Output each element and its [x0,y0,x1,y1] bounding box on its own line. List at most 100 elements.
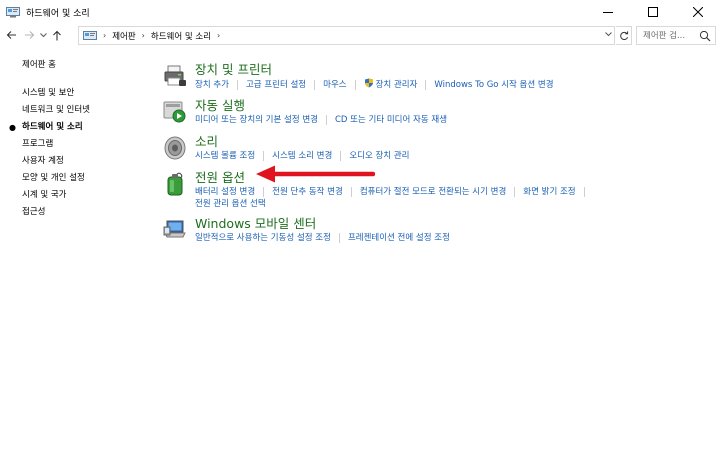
category-autoplay: 자동 실행 미디어 또는 장치의 기본 설정 변경 CD 또는 기타 미디어 자동… [163,98,713,128]
nav-item-label: 하드웨어 및 소리 [22,122,83,132]
nav-item-hardware-sound[interactable]: ● 하드웨어 및 소리 [9,119,142,136]
link-divider [514,186,516,197]
back-button[interactable] [4,26,18,44]
adjust-screen-brightness-link[interactable]: 화면 밝기 조정 [523,187,575,197]
category-list: 장치 및 프린터 장치 추가 고급 프린터 설정 마우스 장치 관리자 Windows … [163,62,713,252]
category-mobility-center: Windows 모바일 센터 일반적으로 사용하는 기동성 설정 조정 프레젠테이… [163,216,713,246]
nav-item-label: 사용자 계정 [22,156,64,166]
control-panel-icon [6,7,20,18]
search-box[interactable] [636,26,716,45]
breadcrumb-separator-icon[interactable]: › [217,31,220,40]
category-power-options: 전원 옵션 배터리 설정 변경 전원 단추 동작 변경 컴퓨터가 절전 모드로 전환… [163,170,713,210]
close-button[interactable] [675,0,720,24]
category-links: 배터리 설정 변경 전원 단추 동작 변경 컴퓨터가 절전 모드로 전환되는 시기 … [195,186,713,210]
maximize-icon [647,7,658,17]
refresh-button[interactable] [616,26,632,45]
category-sound: 소리 시스템 볼륨 조정 시스템 소리 변경 오디오 장치 관리 [163,134,713,164]
navigation-bar: › 제어판 › 하드웨어 및 소리 › [0,24,720,46]
advanced-printer-setup-link[interactable]: 고급 프린터 설정 [246,80,306,90]
link-divider [583,186,585,197]
link-divider [326,114,327,125]
control-panel-home-link[interactable]: 제어판 홈 [22,58,142,70]
up-arrow-icon [53,30,61,40]
nav-item-label: 프로그램 [22,139,54,149]
mouse-link[interactable]: 마우스 [323,80,346,90]
left-navigation: 제어판 홈 시스템 및 보안 네트워크 및 인터넷 ● 하드웨어 및 소리 프로그… [9,58,142,221]
window-controls [585,0,720,24]
change-power-button-link[interactable]: 전원 단추 동작 변경 [272,187,343,197]
category-links: 장치 추가 고급 프린터 설정 마우스 장치 관리자 Windows To Go 시작 … [195,78,713,91]
change-battery-settings-link[interactable]: 배터리 설정 변경 [195,187,255,197]
address-bar[interactable]: › 제어판 › 하드웨어 및 소리 › [78,26,615,45]
link-divider [236,79,238,90]
link-divider [425,79,427,90]
up-button[interactable] [50,26,64,44]
battery-icon[interactable] [163,172,187,196]
autoplay-icon[interactable] [163,100,187,124]
minimize-icon [602,12,613,13]
speaker-icon[interactable] [163,136,187,160]
breadcrumb-control-panel[interactable]: 제어판 [112,30,135,42]
current-item-bullet-icon: ● [9,123,16,132]
mobility-center-icon[interactable] [163,218,187,242]
minimize-button[interactable] [585,0,630,24]
breadcrumb-separator-icon[interactable]: › [103,31,106,40]
breadcrumb-hardware-sound[interactable]: 하드웨어 및 소리 [151,30,211,42]
category-links: 시스템 볼륨 조정 시스템 소리 변경 오디오 장치 관리 [195,150,713,162]
forward-arrow-icon [24,31,34,39]
adjust-presentation-settings-link[interactable]: 프레젠테이션 전에 설정 조정 [348,233,450,243]
maximize-button[interactable] [630,0,675,24]
category-title[interactable]: 자동 실행 [195,98,713,114]
nav-item-label: 시스템 및 보안 [22,88,75,98]
change-default-media-settings-link[interactable]: 미디어 또는 장치의 기본 설정 변경 [195,115,318,125]
device-manager-link[interactable]: 장치 관리자 [376,80,418,90]
control-panel-icon [83,30,97,40]
window-title: 하드웨어 및 소리 [26,8,90,19]
nav-item-label: 네트워크 및 인터넷 [22,105,90,115]
category-links: 미디어 또는 장치의 기본 설정 변경 CD 또는 기타 미디어 자동 재생 [195,114,713,126]
link-divider [314,79,316,90]
category-title[interactable]: 소리 [195,134,713,150]
chevron-down-icon [39,32,47,37]
printer-icon[interactable] [163,64,187,88]
title-bar: 하드웨어 및 소리 [0,0,720,24]
link-divider [338,232,340,243]
category-devices-printers: 장치 및 프린터 장치 추가 고급 프린터 설정 마우스 장치 관리자 Windows … [163,62,713,92]
autoplay-cd-media-link[interactable]: CD 또는 기타 미디어 자동 재생 [335,115,447,125]
nav-item-label: 접근성 [22,207,46,217]
category-title[interactable]: Windows 모바일 센터 [195,216,713,232]
add-device-link[interactable]: 장치 추가 [195,80,229,90]
search-input[interactable] [637,30,699,41]
link-divider [263,150,265,161]
breadcrumb-separator-icon[interactable]: › [142,31,145,40]
nav-item-user-accounts[interactable]: 사용자 계정 [22,153,142,170]
link-divider [263,186,265,197]
nav-item-clock-region[interactable]: 시계 및 국가 [22,187,142,204]
link-divider [340,150,342,161]
choose-power-plan-link[interactable]: 전원 관리 옵션 선택 [195,199,266,209]
nav-item-programs[interactable]: 프로그램 [22,136,142,153]
nav-item-accessibility[interactable]: 접근성 [22,204,142,221]
adjust-mobility-settings-link[interactable]: 일반적으로 사용하는 기동성 설정 조정 [195,233,331,243]
change-sleep-time-link[interactable]: 컴퓨터가 절전 모드로 전환되는 시기 변경 [360,187,506,197]
category-title[interactable]: 장치 및 프린터 [195,62,713,78]
refresh-icon [619,30,628,40]
recent-locations-button[interactable] [38,26,48,44]
address-history-dropdown[interactable] [605,30,612,39]
nav-item-label: 시계 및 국가 [22,190,67,200]
category-links: 일반적으로 사용하는 기동성 설정 조정 프레젠테이션 전에 설정 조정 [195,232,713,244]
link-divider [354,79,356,90]
nav-item-appearance[interactable]: 모양 및 개인 설정 [22,170,142,187]
adjust-system-volume-link[interactable]: 시스템 볼륨 조정 [195,151,255,161]
nav-item-network-internet[interactable]: 네트워크 및 인터넷 [22,102,142,119]
change-system-sounds-link[interactable]: 시스템 소리 변경 [272,151,332,161]
manage-audio-devices-link[interactable]: 오디오 장치 관리 [349,151,409,161]
uac-shield-icon [364,78,373,88]
red-pointer-arrow-icon [256,165,375,183]
nav-item-system-security[interactable]: 시스템 및 보안 [22,85,142,102]
chevron-down-icon [605,32,612,37]
windows-to-go-link[interactable]: Windows To Go 시작 옵션 변경 [434,80,553,90]
search-icon[interactable] [699,30,711,42]
close-icon [692,7,703,17]
forward-button[interactable] [22,26,36,44]
